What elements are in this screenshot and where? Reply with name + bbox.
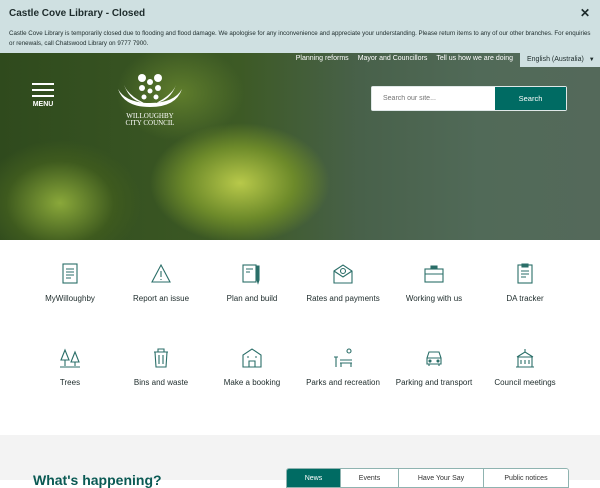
alert-body: Castle Cove Library is temporarily close… xyxy=(9,30,591,47)
quick-link-make-a-booking[interactable]: Make a booking xyxy=(212,346,292,389)
envelope-money-icon xyxy=(333,264,353,284)
tabs: News Events Have Your Say Public notices xyxy=(286,468,569,488)
link-mayor[interactable]: Mayor and Councillors xyxy=(358,55,428,62)
tab-public-notices[interactable]: Public notices xyxy=(484,469,568,487)
quick-link-report-an-issue[interactable]: Report an issue xyxy=(121,262,201,305)
alert-title: Castle Cove Library - Closed xyxy=(9,8,146,19)
search-input[interactable] xyxy=(372,87,495,110)
tab-have-your-say[interactable]: Have Your Say xyxy=(399,469,484,487)
language-label: English (Australia) xyxy=(527,56,584,63)
top-links: Planning reforms Mayor and Councillors T… xyxy=(296,55,513,62)
council-icon xyxy=(516,349,534,368)
whats-happening-section: What's happening? News Events Have Your … xyxy=(0,435,600,488)
quick-link-label: Parks and recreation xyxy=(306,378,380,387)
tab-news[interactable]: News xyxy=(287,469,341,487)
quick-link-da-tracker[interactable]: DA tracker xyxy=(485,262,565,305)
quick-link-bins-and-waste[interactable]: Bins and waste xyxy=(121,346,201,389)
quick-link-label: Working with us xyxy=(405,294,463,303)
quick-link-label: Make a booking xyxy=(223,378,281,387)
alert-banner: Castle Cove Library - Closed ✕ Castle Co… xyxy=(0,0,600,53)
quick-link-mywilloughby[interactable]: MyWilloughby xyxy=(30,262,110,305)
quick-links: MyWilloughby Report an issue Plan and buil… xyxy=(0,240,600,435)
quick-link-label: Bins and waste xyxy=(133,378,189,387)
quick-link-working-with-us[interactable]: Working with us xyxy=(394,262,474,305)
section-title: What's happening? xyxy=(33,472,162,488)
quick-link-label: Plan and build xyxy=(226,294,278,303)
hamburger-icon xyxy=(32,83,54,97)
briefcase-icon xyxy=(424,265,444,283)
quick-link-parks-and-recreation[interactable]: Parks and recreation xyxy=(303,346,383,389)
hero-header: Planning reforms Mayor and Councillors T… xyxy=(0,53,600,240)
quick-link-rates-and-payments[interactable]: Rates and payments xyxy=(303,262,383,305)
building-icon xyxy=(242,348,262,368)
quick-link-label: Trees xyxy=(59,378,81,387)
logo-text-2: CITY COUNCIL xyxy=(125,119,175,127)
search-button[interactable]: Search xyxy=(495,87,566,110)
council-logo[interactable]: WILLOUGHBY CITY COUNCIL xyxy=(114,73,186,127)
bin-icon xyxy=(154,348,168,368)
park-icon xyxy=(334,348,352,367)
language-select[interactable]: English (Australia) ▼ xyxy=(520,53,600,67)
plans-icon xyxy=(242,264,260,285)
car-icon xyxy=(426,351,442,366)
link-feedback[interactable]: Tell us how we are doing xyxy=(436,55,513,62)
menu-button[interactable]: MENU xyxy=(32,83,54,108)
clipboard-icon xyxy=(517,263,533,284)
quick-link-parking-and-transport[interactable]: Parking and transport xyxy=(394,346,474,389)
warning-icon xyxy=(151,263,171,283)
quick-link-plan-and-build[interactable]: Plan and build xyxy=(212,262,292,305)
logo-icon xyxy=(118,74,182,107)
trees-icon xyxy=(60,348,80,368)
menu-label: MENU xyxy=(32,101,54,108)
search-form: Search xyxy=(371,86,567,111)
link-planning-reforms[interactable]: Planning reforms xyxy=(296,55,349,62)
quick-link-council-meetings[interactable]: Council meetings xyxy=(485,346,565,389)
chevron-down-icon: ▼ xyxy=(588,57,595,63)
close-icon[interactable]: ✕ xyxy=(580,6,590,20)
quick-link-label: MyWilloughby xyxy=(45,294,95,303)
quick-link-trees[interactable]: Trees xyxy=(30,346,110,389)
quick-link-label: Report an issue xyxy=(132,294,190,303)
quick-link-label: Rates and payments xyxy=(306,294,380,303)
quick-link-label: Council meetings xyxy=(494,378,556,387)
quick-link-label: Parking and transport xyxy=(395,378,473,387)
document-icon xyxy=(62,263,78,284)
tab-events[interactable]: Events xyxy=(341,469,399,487)
quick-link-label: DA tracker xyxy=(506,294,544,303)
